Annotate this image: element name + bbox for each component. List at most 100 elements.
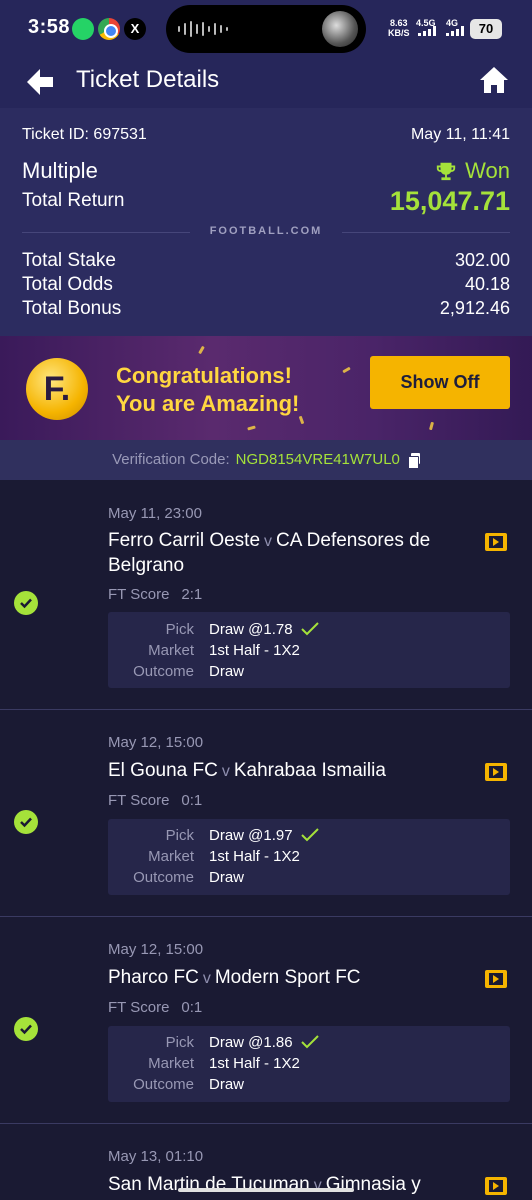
match-score: FT Score 0:1	[108, 999, 202, 1016]
total-return-label: Total Return	[22, 190, 125, 211]
audio-wave-icon	[178, 21, 228, 37]
chevron-right-box-icon[interactable]	[485, 1177, 507, 1195]
outcome-label: Outcome	[133, 1076, 194, 1093]
whatsapp-icon	[72, 18, 94, 40]
ticket-id: Ticket ID: 697531	[22, 126, 147, 143]
check-icon	[300, 1035, 319, 1049]
check-circle-icon	[14, 591, 38, 615]
market-value: 1st Half - 1X2	[209, 848, 300, 865]
market-value: 1st Half - 1X2	[209, 642, 300, 659]
football-logo: F.	[26, 358, 88, 420]
show-off-button[interactable]: Show Off	[370, 356, 510, 409]
match-teams: Pharco FC v Modern Sport FC	[108, 966, 478, 991]
ticket-status: Won	[435, 158, 510, 184]
chrome-icon	[98, 18, 120, 40]
verification-label: Verification Code:	[112, 451, 230, 468]
x-app-icon: X	[124, 18, 146, 40]
check-circle-icon	[14, 810, 38, 834]
top-nav: Ticket Details	[0, 58, 532, 108]
match-teams: Ferro Carril Oeste v CA Defensores de Belg…	[108, 529, 478, 578]
promo-line-1: Congratulations!	[116, 363, 292, 388]
score-label: FT Score	[108, 999, 170, 1016]
versus: v	[264, 533, 273, 550]
market-label: Market	[148, 642, 194, 659]
home-team: Pharco FC	[108, 967, 199, 988]
trophy-icon	[436, 162, 456, 181]
confetti	[247, 425, 256, 431]
summary-row-stake: Total Stake 302.00	[22, 250, 510, 272]
won-label: Won	[465, 158, 510, 183]
score-label: FT Score	[108, 586, 170, 603]
back-button[interactable]	[22, 64, 58, 100]
match-date: May 11, 23:00	[108, 505, 202, 522]
chevron-right-box-icon[interactable]	[485, 763, 507, 781]
summary-row-odds: Total Odds 40.18	[22, 274, 510, 296]
check-circle-icon	[14, 1017, 38, 1041]
match-date: May 12, 15:00	[108, 941, 204, 958]
outcome-value: Draw	[209, 869, 245, 886]
away-team: Kahrabaa Ismailia	[233, 760, 386, 781]
check-icon	[300, 828, 319, 842]
verification-code: NGD8154VRE41W7UL0	[235, 451, 400, 468]
page-title: Ticket Details	[76, 66, 220, 93]
score-value: 0:1	[181, 792, 203, 809]
signal-bars-icon	[418, 26, 436, 36]
status-time: 3:58	[28, 16, 71, 38]
market-label: Market	[148, 1055, 194, 1072]
outcome-label: Outcome	[133, 869, 194, 886]
network-speed: 8.63 KB/S	[388, 18, 410, 38]
home-team: Ferro Carril Oeste	[108, 530, 261, 551]
confetti	[429, 421, 434, 431]
summary-row-bonus: Total Bonus 2,912.46	[22, 298, 510, 320]
confetti	[342, 366, 351, 374]
chevron-right-box-icon[interactable]	[485, 970, 507, 988]
versus: v	[221, 763, 230, 780]
pick-value: Draw @1.97	[209, 827, 319, 844]
status-bar: 3:58 X 8.63 KB/S 4.5G 4G 70	[0, 0, 532, 58]
pick-label: Pick	[165, 621, 194, 638]
ticket-summary: Ticket ID: 697531 May 11, 11:41 Multiple…	[0, 108, 532, 336]
dynamic-island	[166, 5, 366, 53]
promo-line-2: You are Amazing!	[116, 391, 300, 416]
summary-value: 2,912.46	[439, 298, 510, 318]
market-label: Market	[148, 848, 194, 865]
summary-label: Total Odds	[22, 274, 113, 295]
chevron-right-box-icon[interactable]	[485, 533, 507, 551]
net-speed-value: 8.63	[389, 18, 408, 28]
pick-text: Draw @1.78	[209, 621, 293, 638]
match-score: FT Score 2:1	[108, 586, 202, 603]
net-speed-unit: KB/S	[388, 28, 410, 38]
copy-icon[interactable]	[407, 453, 420, 470]
bet-type: Multiple	[22, 158, 98, 183]
home-team: El Gouna FC	[108, 760, 218, 781]
summary-label: Total Bonus	[22, 298, 122, 319]
pick-text: Draw @1.86	[209, 1034, 293, 1051]
home-indicator[interactable]	[178, 1188, 354, 1192]
versus: v	[202, 970, 211, 987]
away-team: Modern Sport FC	[214, 967, 361, 988]
outcome-value: Draw	[209, 1076, 245, 1093]
outcome-label: Outcome	[133, 663, 194, 680]
pick-value: Draw @1.86	[209, 1034, 319, 1051]
total-return-value: 15,047.71	[389, 186, 510, 216]
pick-label: Pick	[165, 1034, 194, 1051]
promo-banner: F. Congratulations! You are Amazing! Sho…	[0, 336, 532, 440]
match-date: May 12, 15:00	[108, 734, 204, 751]
pick-details: Pick Draw @1.86 Market 1st Half - 1X2 Ou…	[108, 1026, 510, 1102]
match-score: FT Score 0:1	[108, 792, 202, 809]
battery-icon: 70	[470, 19, 502, 39]
brand-label: FOOTBALL.COM	[209, 225, 323, 237]
media-avatar	[322, 11, 358, 47]
ticket-date: May 11, 11:41	[410, 126, 510, 143]
home-button[interactable]	[478, 64, 510, 96]
outcome-value: Draw	[209, 663, 245, 680]
signal-bars-icon	[446, 26, 464, 36]
score-value: 0:1	[181, 999, 203, 1016]
pick-value: Draw @1.78	[209, 621, 319, 638]
pick-details: Pick Draw @1.78 Market 1st Half - 1X2 Ou…	[108, 612, 510, 688]
market-value: 1st Half - 1X2	[209, 1055, 300, 1072]
confetti	[298, 415, 305, 425]
match-teams: San Martin de Tucuman v Gimnasia y	[108, 1173, 478, 1198]
match-card: May 12, 15:00 El Gouna FC v Kahrabaa Ismai…	[0, 710, 532, 916]
match-card: May 12, 15:00 Pharco FC v Modern Sport FC …	[0, 917, 532, 1123]
